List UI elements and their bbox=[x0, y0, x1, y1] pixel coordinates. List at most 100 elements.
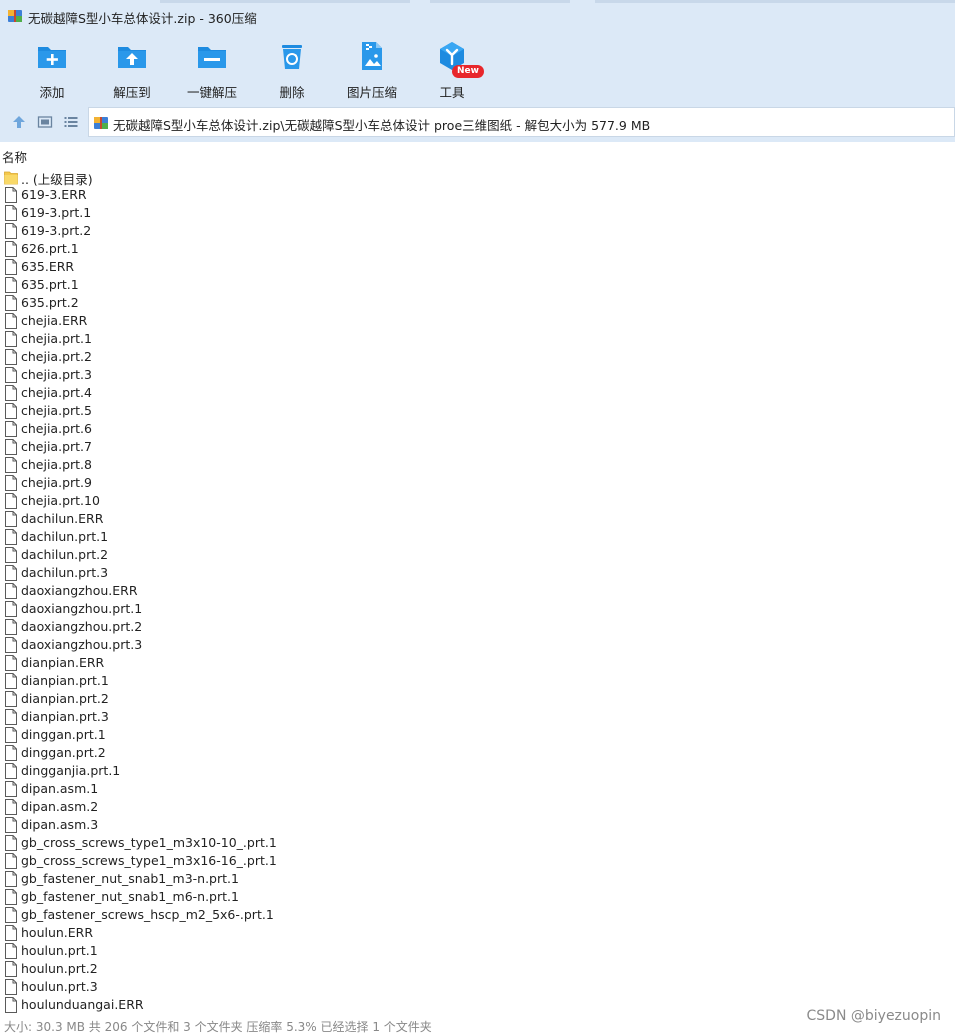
file-icon bbox=[5, 421, 17, 437]
file-row[interactable]: chejia.ERR bbox=[0, 312, 955, 330]
up-arrow-icon[interactable] bbox=[11, 114, 27, 130]
file-row[interactable]: 635.ERR bbox=[0, 258, 955, 276]
file-icon bbox=[5, 781, 17, 797]
file-row[interactable]: dipan.asm.3 bbox=[0, 816, 955, 834]
file-row[interactable]: 619-3.ERR bbox=[0, 186, 955, 204]
file-row[interactable]: dachilun.prt.1 bbox=[0, 528, 955, 546]
file-icon bbox=[5, 403, 17, 419]
parent-folder-row[interactable]: .. (上级目录) bbox=[0, 168, 955, 187]
file-row[interactable]: dipan.asm.2 bbox=[0, 798, 955, 816]
file-row[interactable]: 635.prt.2 bbox=[0, 294, 955, 312]
file-row[interactable]: chejia.prt.9 bbox=[0, 474, 955, 492]
file-row[interactable]: gb_fastener_nut_snab1_m3-n.prt.1 bbox=[0, 870, 955, 888]
file-icon bbox=[5, 313, 17, 329]
file-row[interactable]: 635.prt.1 bbox=[0, 276, 955, 294]
file-row[interactable]: houlun.prt.2 bbox=[0, 960, 955, 978]
zip-archive-icon bbox=[8, 10, 22, 22]
file-icon bbox=[5, 223, 17, 239]
file-row[interactable]: dianpian.prt.3 bbox=[0, 708, 955, 726]
name-column-header[interactable]: 名称 bbox=[0, 145, 955, 165]
file-row[interactable]: dianpian.prt.1 bbox=[0, 672, 955, 690]
tab-shadow bbox=[430, 0, 570, 3]
new-badge: New bbox=[452, 65, 484, 78]
file-name: chejia.prt.4 bbox=[21, 385, 92, 400]
file-row[interactable]: dipan.asm.1 bbox=[0, 780, 955, 798]
image-compress-icon bbox=[362, 42, 382, 70]
address-path-field[interactable]: 无碳越障S型小车总体设计.zip\无碳越障S型小车总体设计 proe三维图纸 -… bbox=[88, 107, 955, 137]
file-name: 635.ERR bbox=[21, 259, 75, 274]
file-icon bbox=[5, 637, 17, 653]
file-row[interactable]: houlun.ERR bbox=[0, 924, 955, 942]
add-folder-icon bbox=[38, 47, 66, 68]
file-icon bbox=[5, 655, 17, 671]
one-click-extract-icon bbox=[198, 47, 226, 68]
file-row[interactable]: dachilun.ERR bbox=[0, 510, 955, 528]
file-row[interactable]: chejia.prt.1 bbox=[0, 330, 955, 348]
file-row[interactable]: 626.prt.1 bbox=[0, 240, 955, 258]
status-text: 大小: 30.3 MB 共 206 个文件和 3 个文件夹 压缩率 5.3% 已… bbox=[4, 1020, 432, 1034]
file-name: chejia.prt.9 bbox=[21, 475, 92, 490]
file-icon bbox=[5, 331, 17, 347]
file-row[interactable]: dianpian.ERR bbox=[0, 654, 955, 672]
image-compress-label: 图片压缩 bbox=[346, 85, 397, 100]
file-icon bbox=[5, 835, 17, 851]
tools-label: 工具 bbox=[439, 85, 465, 100]
tab-shadow bbox=[595, 0, 955, 3]
file-icon bbox=[5, 709, 17, 725]
file-row[interactable]: gb_fastener_nut_snab1_m6-n.prt.1 bbox=[0, 888, 955, 906]
thumbnail-view-icon[interactable] bbox=[37, 114, 53, 130]
file-row[interactable]: chejia.prt.2 bbox=[0, 348, 955, 366]
file-name: gb_fastener_nut_snab1_m3-n.prt.1 bbox=[21, 871, 239, 886]
delete-button[interactable]: 删除 bbox=[252, 38, 332, 100]
file-row[interactable]: chejia.prt.3 bbox=[0, 366, 955, 384]
file-name: houlun.ERR bbox=[21, 925, 94, 940]
file-icon bbox=[5, 673, 17, 689]
file-row[interactable]: houlun.prt.1 bbox=[0, 942, 955, 960]
file-icon bbox=[5, 295, 17, 311]
file-row[interactable]: dinggan.prt.1 bbox=[0, 726, 955, 744]
add-button[interactable]: 添加 bbox=[12, 38, 92, 100]
image-compress-button[interactable]: 图片压缩 bbox=[332, 38, 412, 100]
extract-to-label: 解压到 bbox=[113, 85, 151, 100]
file-row[interactable]: daoxiangzhou.ERR bbox=[0, 582, 955, 600]
file-icon bbox=[5, 439, 17, 455]
file-row[interactable]: chejia.prt.5 bbox=[0, 402, 955, 420]
file-name: dinggan.prt.2 bbox=[21, 745, 106, 760]
address-path-text: 无碳越障S型小车总体设计.zip\无碳越障S型小车总体设计 proe三维图纸 -… bbox=[113, 118, 651, 133]
file-row[interactable]: daoxiangzhou.prt.1 bbox=[0, 600, 955, 618]
file-row[interactable]: daoxiangzhou.prt.3 bbox=[0, 636, 955, 654]
file-icon bbox=[5, 187, 17, 203]
file-row[interactable]: chejia.prt.7 bbox=[0, 438, 955, 456]
file-row[interactable]: gb_fastener_screws_hscp_m2_5x6-.prt.1 bbox=[0, 906, 955, 924]
file-icon bbox=[5, 511, 17, 527]
file-row[interactable]: gb_cross_screws_type1_m3x10-10_.prt.1 bbox=[0, 834, 955, 852]
file-row[interactable]: chejia.prt.6 bbox=[0, 420, 955, 438]
file-row[interactable]: dinggan.prt.2 bbox=[0, 744, 955, 762]
file-row[interactable]: dachilun.prt.2 bbox=[0, 546, 955, 564]
file-row[interactable]: houlun.prt.3 bbox=[0, 978, 955, 996]
file-row[interactable]: dingganjia.prt.1 bbox=[0, 762, 955, 780]
file-name: houlun.prt.3 bbox=[21, 979, 98, 994]
file-icon bbox=[5, 853, 17, 869]
file-row[interactable]: chejia.prt.4 bbox=[0, 384, 955, 402]
file-icon bbox=[5, 241, 17, 257]
file-row[interactable]: dachilun.prt.3 bbox=[0, 564, 955, 582]
file-row[interactable]: gb_cross_screws_type1_m3x16-16_.prt.1 bbox=[0, 852, 955, 870]
file-row[interactable]: 619-3.prt.2 bbox=[0, 222, 955, 240]
one-click-extract-button[interactable]: 一键解压 bbox=[172, 38, 252, 100]
file-icon bbox=[5, 619, 17, 635]
file-row[interactable]: daoxiangzhou.prt.2 bbox=[0, 618, 955, 636]
file-icon bbox=[5, 367, 17, 383]
file-row[interactable]: chejia.prt.8 bbox=[0, 456, 955, 474]
file-name: dinggan.prt.1 bbox=[21, 727, 106, 742]
file-icon bbox=[5, 925, 17, 941]
list-view-icon[interactable] bbox=[63, 114, 79, 130]
extract-to-icon bbox=[118, 47, 146, 68]
file-name: gb_fastener_nut_snab1_m6-n.prt.1 bbox=[21, 889, 239, 904]
file-row[interactable]: dianpian.prt.2 bbox=[0, 690, 955, 708]
file-icon bbox=[5, 457, 17, 473]
file-row[interactable]: 619-3.prt.1 bbox=[0, 204, 955, 222]
file-row[interactable]: chejia.prt.10 bbox=[0, 492, 955, 510]
extract-to-button[interactable]: 解压到 bbox=[92, 38, 172, 100]
file-name: 635.prt.1 bbox=[21, 277, 79, 292]
